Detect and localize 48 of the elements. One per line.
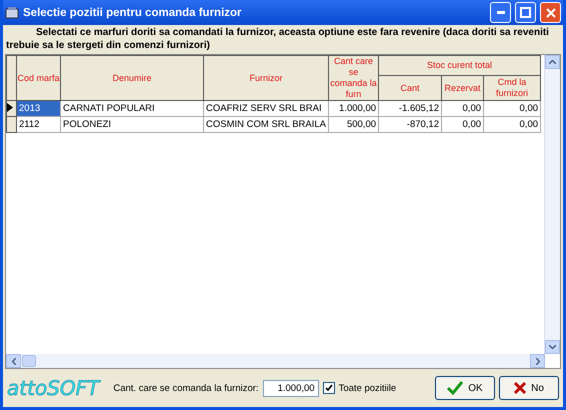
column-header[interactable]: Denumire [60, 56, 204, 100]
close-button[interactable] [540, 2, 561, 23]
table-cell: 500,00 [328, 116, 379, 132]
column-header[interactable]: Cmd la furnizori [484, 76, 541, 100]
column-group-header: Stoc curent total [378, 56, 541, 76]
quantity-label: Cant. care se comanda la furnizor: [113, 382, 259, 394]
column-header[interactable]: Cod marfa [16, 56, 60, 100]
table-cell: 2112 [16, 116, 60, 132]
table-cell: 0,00 [484, 100, 541, 116]
column-header[interactable]: Furnizor [204, 56, 329, 100]
maximize-icon [520, 7, 531, 18]
minimize-icon [496, 11, 504, 14]
header-corner [6, 56, 16, 100]
column-header[interactable]: Cant care se comanda la furn [328, 56, 379, 100]
current-row-icon [7, 102, 13, 112]
table-cell: COSMIN COM SRL BRAILA [204, 116, 329, 132]
table-cell: COAFRIZ SERV SRL BRAI [204, 100, 329, 116]
table-cell: -870,12 [378, 116, 442, 132]
row-indicator[interactable] [6, 100, 16, 116]
table-cell: 0,00 [442, 100, 484, 116]
close-icon [514, 382, 526, 394]
table-cell: 0,00 [442, 116, 484, 132]
checkmark-icon [324, 384, 333, 392]
horizontal-scrollbar[interactable] [6, 354, 545, 368]
logo: attoSOFT [7, 376, 100, 400]
table-cell: 2013 [16, 100, 60, 116]
all-positions-checkbox[interactable] [322, 382, 335, 394]
table-cell: 1.000,00 [328, 100, 379, 116]
instruction-text: Selectati ce marfuri doriti sa comandati la furnizor, aceasta optiune este fara revenire (daca doriti sa reveniti trebuie sa le stergeti din comenzi furnizori) [5, 26, 550, 53]
maximize-button[interactable] [515, 2, 536, 23]
table-cell: CARNATI POPULARI [60, 100, 204, 116]
quantity-field[interactable]: 1.000,00 [262, 380, 319, 396]
minimize-button[interactable] [490, 2, 511, 23]
table-cell: -1.605,12 [378, 100, 442, 116]
table-cell: POLONEZI [60, 116, 204, 132]
column-header[interactable]: Cant [378, 76, 442, 100]
ok-button[interactable]: OK [435, 376, 495, 400]
vertical-scrollbar[interactable] [544, 55, 560, 354]
no-button[interactable]: No [499, 376, 559, 400]
column-header[interactable]: Rezervat [442, 76, 484, 100]
app-icon [5, 6, 19, 18]
all-positions-label: Toate pozitiile [338, 382, 396, 394]
check-mark-icon [447, 381, 464, 395]
window-title: Selectie pozitii pentru comanda furnizor [23, 6, 243, 18]
row-indicator[interactable] [6, 116, 16, 132]
close-icon [546, 8, 556, 18]
scrollbar-thumb[interactable] [22, 355, 36, 367]
table-cell: 0,00 [484, 116, 541, 132]
